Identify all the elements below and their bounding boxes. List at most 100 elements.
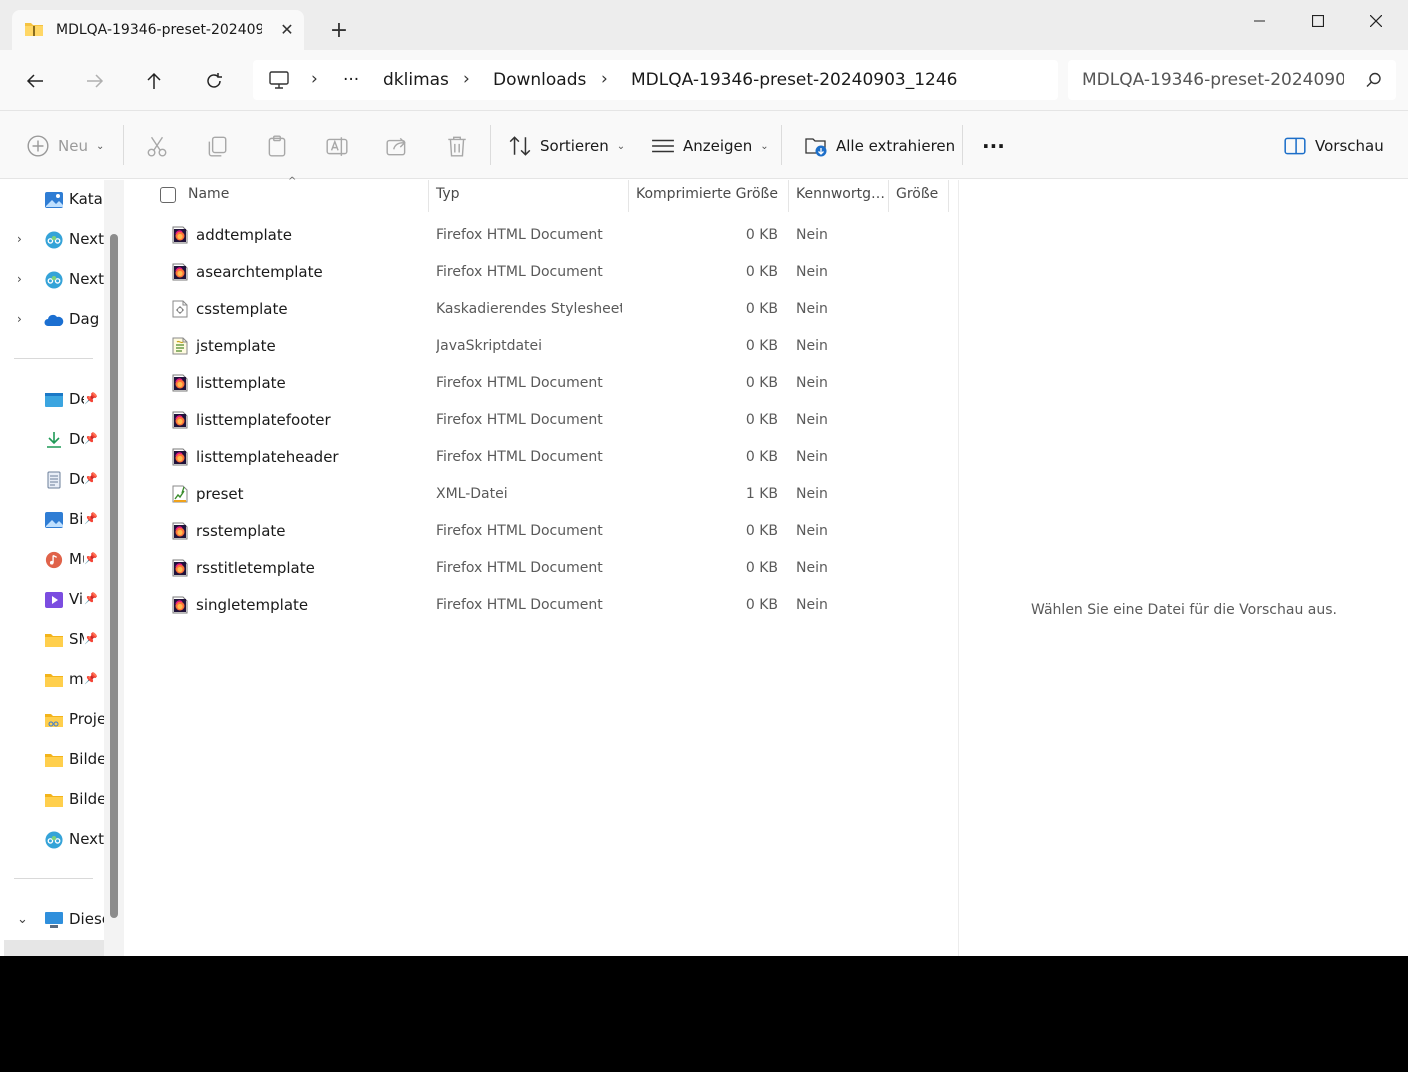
pin-icon: 📌 [84,432,98,445]
file-row[interactable]: listtemplate Firefox HTML Document 0 KB Nei… [124,365,958,402]
preview-pane-button[interactable]: Vorschau [1283,129,1384,163]
sidebar-item-m[interactable]: m 📌 [0,666,104,694]
column-divider[interactable] [948,180,949,212]
close-tab-icon[interactable]: ✕ [276,19,298,41]
column-header-row: ^ Name Typ Komprimierte Größe Kennwortg…… [124,176,958,212]
forward-button[interactable] [78,64,112,98]
maximize-button[interactable] [1294,6,1342,36]
folder-icon [45,714,63,727]
chevron-right-icon[interactable]: › [17,312,22,326]
close-window-button[interactable] [1352,6,1400,36]
file-password-protected: Nein [796,375,828,391]
breadcrumb-separator[interactable]: › [601,69,608,89]
breadcrumb-separator[interactable]: › [311,69,318,89]
sidebar-item-pictures[interactable]: Bilder 📌 [0,506,104,534]
breadcrumb-overflow[interactable]: ··· [343,70,359,90]
file-password-protected: Nein [796,523,828,539]
column-header-size[interactable]: Größe [896,186,938,202]
sidebar-item-desktop[interactable]: Desktop 📌 [0,386,104,414]
sort-icon [509,136,531,156]
sidebar-item-selected-partial[interactable] [4,940,104,956]
file-row[interactable]: listtemplateheader Firefox HTML Document 0… [124,439,958,476]
pin-icon: 📌 [84,672,98,685]
back-button[interactable] [18,64,52,98]
search-input[interactable]: MDLQA-19346-preset-20240903_1246 durchsu… [1082,70,1344,90]
address-bar[interactable]: › ··· dklimas › Downloads › MDLQA-19346-… [253,60,1058,100]
share-button[interactable] [385,129,409,163]
sidebar-item-gallery[interactable]: Katalog [0,186,104,214]
file-password-protected: Nein [796,486,828,502]
chevron-right-icon[interactable]: › [17,272,22,286]
up-button[interactable] [137,64,171,98]
sidebar-item-downloads[interactable]: Downloads 📌 [0,426,104,454]
file-compressed-size: 0 KB [745,375,778,391]
sidebar-item-this-pc[interactable]: ⌄ Dieser PC [0,906,104,934]
column-header-name[interactable]: Name [188,186,229,202]
column-divider[interactable] [628,180,629,212]
minimize-button[interactable] [1236,6,1284,36]
file-row[interactable]: singletemplate Firefox HTML Document 0 KB N… [124,587,958,624]
sidebar-scrollbar-thumb[interactable] [110,234,118,918]
more-options-button[interactable]: ··· [982,129,1005,163]
column-header-type[interactable]: Typ [436,186,460,202]
tab-active[interactable]: MDLQA-19346-preset-20240903_1246 ✕ [12,10,304,51]
file-row[interactable]: listtemplatefooter Firefox HTML Document 0… [124,402,958,439]
firefox-html-icon [172,226,188,244]
file-row[interactable]: rsstemplate Firefox HTML Document 0 KB Nein [124,513,958,550]
search-box[interactable]: MDLQA-19346-preset-20240903_1246 durchsu… [1068,60,1396,100]
sidebar-item-onedrive[interactable]: › Dag - Persönlich [0,306,104,334]
chevron-down-icon: ⌄ [95,140,105,152]
sidebar-item-nextcloud[interactable]: › Nextcloud [0,226,104,254]
paste-button[interactable] [265,129,289,163]
breadcrumb-current-folder[interactable]: MDLQA-19346-preset-20240903_1246 [631,70,958,90]
rename-button[interactable] [325,129,349,163]
chevron-down-icon[interactable]: ⌄ [17,912,28,927]
column-header-password[interactable]: Kennwortg… [796,186,885,202]
file-row[interactable]: jstemplate JavaSkriptdatei 0 KB Nein [124,328,958,365]
chevron-down-icon: ⌄ [616,140,626,152]
extract-all-button[interactable]: Alle extrahieren [804,129,955,163]
refresh-button[interactable] [197,64,231,98]
sidebar-item-videos[interactable]: Videos 📌 [0,586,104,614]
sidebar-item-nextcloud[interactable]: › Nextcloud [0,266,104,294]
select-all-checkbox[interactable] [160,187,176,203]
breadcrumb-separator[interactable]: › [463,69,470,89]
file-row[interactable]: rsstitletemplate Firefox HTML Document 0 K… [124,550,958,587]
file-name: addtemplate [196,226,292,244]
file-explorer-window: MDLQA-19346-preset-20240903_1246 ✕ + [0,0,1408,956]
document-icon [47,471,61,489]
column-divider[interactable] [428,180,429,212]
file-row[interactable]: asearchtemplate Firefox HTML Document 0 KB… [124,254,958,291]
breadcrumb-downloads[interactable]: Downloads [493,70,586,90]
new-button[interactable]: Neu ⌄ [26,129,104,163]
file-row[interactable]: csstemplate Kaskadierendes Stylesheet… 0 K… [124,291,958,328]
pin-icon: 📌 [84,552,98,565]
sort-ascending-icon: ^ [288,176,297,187]
sidebar-item-bilder[interactable]: Bilder [0,746,104,774]
firefox-html-icon [172,411,188,429]
file-password-protected: Nein [796,301,828,317]
sidebar-item-documents[interactable]: Dokumente 📌 [0,466,104,494]
file-name: asearchtemplate [196,263,323,281]
breadcrumb-dklimas[interactable]: dklimas [383,70,449,90]
sort-label: Sortieren [540,137,609,155]
view-button[interactable]: Anzeigen ⌄ [651,129,769,163]
sidebar-item-projects[interactable]: Projekte [0,706,104,734]
new-tab-button[interactable]: + [326,18,352,44]
column-header-compressed-size[interactable]: Komprimierte Größe [636,186,778,202]
delete-button[interactable] [445,129,469,163]
column-divider[interactable] [788,180,789,212]
copy-button[interactable] [205,129,229,163]
sidebar-item-sms[interactable]: SMS 📌 [0,626,104,654]
file-password-protected: Nein [796,338,828,354]
cut-button[interactable] [145,129,169,163]
sidebar-item-music[interactable]: Musik 📌 [0,546,104,574]
file-row[interactable]: addtemplate Firefox HTML Document 0 KB Nein [124,217,958,254]
file-row[interactable]: preset XML-Datei 1 KB Nein [124,476,958,513]
chevron-right-icon[interactable]: › [17,232,22,246]
sidebar-item-bilder[interactable]: Bilder [0,786,104,814]
sidebar-item-nextcloud[interactable]: Nextcloud [0,826,104,854]
column-divider[interactable] [888,180,889,212]
arrow-right-icon [87,74,104,88]
sort-button[interactable]: Sortieren ⌄ [508,129,625,163]
